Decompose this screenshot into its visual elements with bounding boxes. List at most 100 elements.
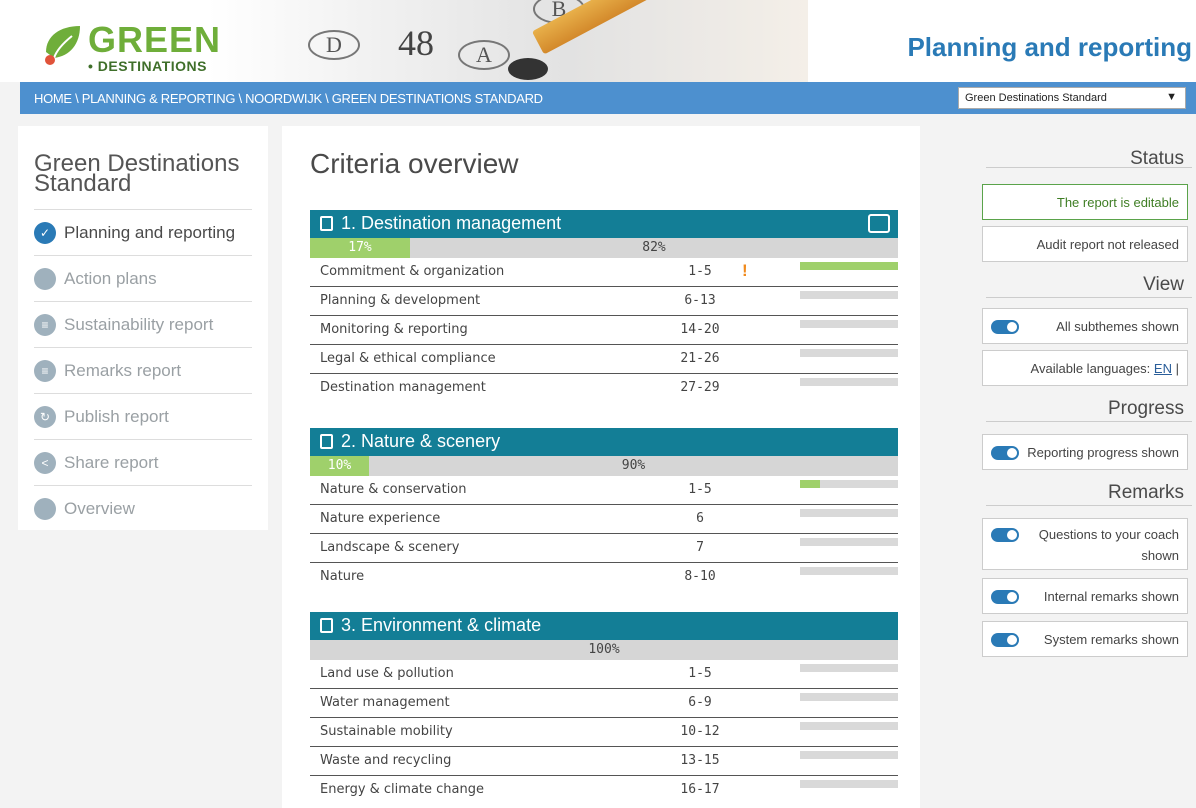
green-destinations-logo[interactable]: GREEN • DESTINATIONS [42, 22, 222, 78]
criterion-range: 27-29 [680, 380, 720, 395]
sidebar-item-label: Planning and reporting [64, 222, 236, 242]
criterion-row[interactable]: Nature experience 6 [310, 505, 898, 534]
logo-wordmark: GREEN [88, 19, 222, 60]
criterion-row[interactable]: Nature & conservation 1-5 [310, 476, 898, 505]
criterion-row[interactable]: Energy & climate change 16-17 [310, 776, 898, 805]
criterion-name: Nature [320, 569, 365, 584]
publish-icon: ↻ [34, 405, 56, 428]
language-link-en[interactable]: EN [1154, 361, 1172, 376]
criterion-row[interactable]: Commitment & organization 1-5! [310, 258, 898, 287]
section-progress-bar: 100% [310, 640, 898, 660]
sidebar-item[interactable]: < Share report [34, 440, 252, 486]
progress-done: 17% [310, 238, 410, 258]
criterion-name: Water management [320, 695, 450, 710]
reporting-progress-toggle[interactable] [991, 446, 1019, 460]
coach-questions-toggle[interactable] [991, 528, 1019, 542]
section-header[interactable]: 1. Destination management [310, 210, 898, 238]
leaf-logo-icon [45, 26, 80, 65]
section-title: 2. Nature & scenery [341, 431, 501, 451]
criterion-row[interactable]: Monitoring & reporting 14-20 [310, 316, 898, 345]
criteria-panel: Criteria overview 1. Destination managem… [282, 126, 920, 808]
criterion-progress-bar [800, 320, 898, 328]
criterion-row[interactable]: Legal & ethical compliance 21-26 [310, 345, 898, 374]
comment-icon[interactable] [868, 214, 890, 233]
header: D 48 A B GREEN • DESTINATIONS Planning a… [0, 0, 1196, 82]
coach-questions-row[interactable]: Questions to your coach shown [982, 518, 1188, 570]
criterion-row[interactable]: Destination management 27-29 [310, 374, 898, 403]
criterion-row[interactable]: Planning & development 6-13 [310, 287, 898, 316]
sidebar-item-label: Sustainability report [64, 314, 214, 334]
criterion-range: 13-15 [680, 753, 720, 768]
criterion-range: 16-17 [680, 782, 720, 797]
answer-bubble-d: D [308, 30, 360, 60]
criterion-progress-bar [800, 538, 898, 546]
system-remarks-label: System remarks shown [1043, 632, 1179, 647]
reporting-progress-row[interactable]: Reporting progress shown [982, 434, 1188, 470]
system-remarks-row[interactable]: System remarks shown [982, 621, 1188, 657]
criterion-range: 6 [696, 511, 704, 526]
settings-panel: Status The report is editable Audit repo… [982, 126, 1192, 657]
breadcrumb[interactable]: HOME \ PLANNING & REPORTING \ NOORDWIJK … [34, 91, 543, 106]
criterion-name: Destination management [320, 380, 486, 395]
criterion-progress-bar [800, 480, 898, 488]
audit-status: Audit report not released [982, 226, 1188, 262]
document-icon [320, 434, 333, 449]
criterion-row[interactable]: Nature 8-10 [310, 563, 898, 592]
sidebar-item[interactable]: ≡ Remarks report [34, 348, 252, 394]
sidebar: Green Destinations Standard ✓ Planning an… [18, 126, 268, 530]
criterion-name: Monitoring & reporting [320, 322, 468, 337]
criterion-row[interactable]: Landscape & scenery 7 [310, 534, 898, 563]
standard-select[interactable]: Green Destinations Standard ▼ [958, 87, 1186, 109]
sustainability-report-icon: ≡ [34, 313, 56, 336]
criterion-range: 1-5 [688, 666, 712, 681]
answer-bubble-a: A [458, 40, 510, 70]
criterion-progress-bar [800, 722, 898, 730]
breadcrumb-bar: HOME \ PLANNING & REPORTING \ NOORDWIJK … [20, 82, 1196, 114]
criterion-range: 21-26 [680, 351, 720, 366]
check-icon: ✓ [34, 221, 56, 244]
languages-label: Available languages: [1030, 361, 1151, 376]
system-remarks-toggle[interactable] [991, 633, 1019, 647]
criterion-row[interactable]: Land use & pollution 1-5 [310, 660, 898, 689]
section-title: 1. Destination management [341, 213, 562, 233]
sidebar-title: Green Destinations Standard [34, 152, 252, 210]
sidebar-item[interactable]: Overview [34, 486, 252, 532]
criterion-name: Planning & development [320, 293, 481, 308]
editable-status: The report is editable [982, 184, 1188, 220]
criterion-row[interactable]: Water management 6-9 [310, 689, 898, 718]
banner-number: 48 [398, 23, 434, 63]
criterion-range: 14-20 [680, 322, 720, 337]
languages-separator: | [1175, 361, 1179, 376]
sidebar-item[interactable]: ✓ Planning and reporting [34, 210, 252, 256]
subthemes-label: All subthemes shown [1056, 319, 1179, 334]
section-progress-bar: 17% 82% [310, 238, 898, 258]
criterion-progress-bar [800, 780, 898, 788]
sidebar-item[interactable]: ↻ Publish report [34, 394, 252, 440]
criterion-name: Nature & conservation [320, 482, 467, 497]
subthemes-toggle-row[interactable]: All subthemes shown [982, 308, 1188, 344]
subthemes-toggle[interactable] [991, 320, 1019, 334]
sidebar-item[interactable]: ≡ Sustainability report [34, 302, 252, 348]
criterion-name: Land use & pollution [320, 666, 454, 681]
internal-remarks-toggle[interactable] [991, 590, 1019, 604]
criterion-range: 6-13 [684, 293, 716, 308]
share-icon: < [34, 451, 56, 474]
criterion-name: Legal & ethical compliance [320, 351, 496, 366]
progress-remaining: 100% [588, 642, 620, 657]
progress-done: 10% [310, 456, 369, 476]
criterion-row[interactable]: Sustainable mobility 10-12 [310, 718, 898, 747]
sidebar-item[interactable]: Action plans [34, 256, 252, 302]
criterion-row[interactable]: Waste and recycling 13-15 [310, 747, 898, 776]
progress-heading: Progress [986, 386, 1192, 422]
section-header[interactable]: 2. Nature & scenery [310, 428, 898, 456]
criterion-progress-bar [800, 378, 898, 386]
overview-icon [34, 498, 56, 520]
criterion-name: Commitment & organization [320, 264, 505, 279]
internal-remarks-row[interactable]: Internal remarks shown [982, 578, 1188, 614]
criterion-progress-bar [800, 751, 898, 759]
criterion-progress-bar [800, 693, 898, 701]
languages-row: Available languages: EN | [982, 350, 1188, 386]
section-progress-bar: 10% 90% [310, 456, 898, 476]
criterion-name: Waste and recycling [320, 753, 452, 768]
section-header[interactable]: 3. Environment & climate [310, 612, 898, 640]
